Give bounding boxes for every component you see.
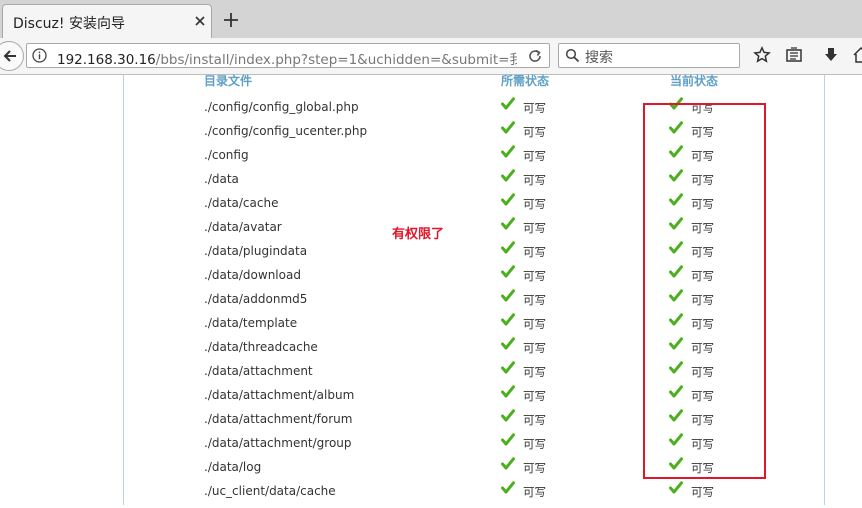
tab-title: Discuz! 安装向导 [13, 16, 125, 32]
annotation-box [643, 103, 766, 479]
check-icon [501, 145, 515, 158]
reading-list-icon[interactable] [785, 46, 803, 64]
row-current-status: 可写 [691, 485, 714, 499]
browser-tab[interactable]: Discuz! 安装向导 [2, 4, 212, 38]
check-icon [501, 409, 515, 422]
row-required-status: 可写 [523, 101, 546, 115]
check-icon [501, 217, 515, 230]
check-icon [501, 385, 515, 398]
row-path: ./data/attachment/group [204, 436, 352, 450]
check-icon [501, 361, 515, 374]
row-required-status: 可写 [523, 125, 546, 139]
column-header-current: 当前状态 [670, 74, 719, 88]
back-button[interactable] [0, 41, 24, 71]
url-host: 192.168.30.16 [57, 52, 156, 68]
row-required-status: 可写 [523, 293, 546, 307]
row-path: ./config/config_global.php [204, 100, 359, 114]
check-icon [501, 121, 515, 134]
row-required-status: 可写 [523, 437, 546, 451]
nav-bar: 192.168.30.16/bbs/install/index.php?step… [0, 38, 862, 75]
table-row: ./uc_client/data/cache 可写 可写 [0, 481, 862, 508]
annotation-text: 有权限了 [392, 227, 445, 242]
check-icon [501, 457, 515, 470]
row-path: ./data/attachment/album [204, 388, 355, 402]
check-icon [501, 193, 515, 206]
row-required-status: 可写 [523, 149, 546, 163]
search-icon [565, 48, 580, 63]
url-text[interactable]: 192.168.30.16/bbs/install/index.php?step… [57, 48, 517, 68]
check-icon [501, 337, 515, 350]
plus-icon[interactable] [222, 11, 240, 29]
download-icon[interactable] [822, 46, 840, 64]
row-path: ./data [204, 172, 239, 186]
row-required-status: 可写 [523, 221, 546, 235]
row-required-status: 可写 [523, 173, 546, 187]
search-bar[interactable]: 搜索 [558, 43, 740, 68]
row-path: ./data/download [204, 268, 301, 282]
row-required-status: 可写 [523, 317, 546, 331]
row-path: ./data/cache [204, 196, 279, 210]
row-required-status: 可写 [523, 365, 546, 379]
row-path: ./config [204, 148, 249, 162]
url-path: /bbs/install/index.php?step=1&uchidden=&… [155, 52, 517, 68]
row-path: ./data/threadcache [204, 340, 318, 354]
row-required-status: 可写 [523, 269, 546, 283]
check-icon [501, 481, 515, 494]
column-header-path: 目录文件 [204, 74, 253, 88]
check-icon [501, 97, 515, 110]
row-required-status: 可写 [523, 245, 546, 259]
arrow-left-icon [3, 50, 16, 62]
url-bar[interactable]: 192.168.30.16/bbs/install/index.php?step… [26, 43, 550, 68]
check-icon [669, 481, 683, 494]
row-path: ./data/attachment/forum [204, 412, 353, 426]
row-required-status: 可写 [523, 389, 546, 403]
row-path: ./data/log [204, 460, 262, 474]
check-icon [501, 313, 515, 326]
home-icon[interactable] [852, 46, 862, 64]
star-icon[interactable] [753, 46, 771, 64]
check-icon [501, 289, 515, 302]
check-icon [501, 265, 515, 278]
reload-icon[interactable] [527, 48, 543, 64]
close-icon[interactable] [193, 14, 207, 28]
row-path: ./data/avatar [204, 220, 282, 234]
row-required-status: 可写 [523, 485, 546, 499]
row-path: ./data/template [204, 316, 298, 330]
row-path: ./data/addonmd5 [204, 292, 308, 306]
row-path: ./data/attachment [204, 364, 313, 378]
check-icon [501, 241, 515, 254]
row-required-status: 可写 [523, 413, 546, 427]
row-path: ./config/config_ucenter.php [204, 124, 368, 138]
row-required-status: 可写 [523, 197, 546, 211]
check-icon [501, 433, 515, 446]
check-icon [501, 169, 515, 182]
info-icon[interactable] [32, 48, 47, 63]
row-path: ./uc_client/data/cache [204, 484, 336, 498]
row-required-status: 可写 [523, 341, 546, 355]
row-required-status: 可写 [523, 461, 546, 475]
search-input[interactable]: 搜索 [585, 47, 613, 67]
row-path: ./data/plugindata [204, 244, 308, 258]
column-header-required: 所需状态 [501, 74, 550, 88]
tab-strip: Discuz! 安装向导 [0, 0, 862, 39]
